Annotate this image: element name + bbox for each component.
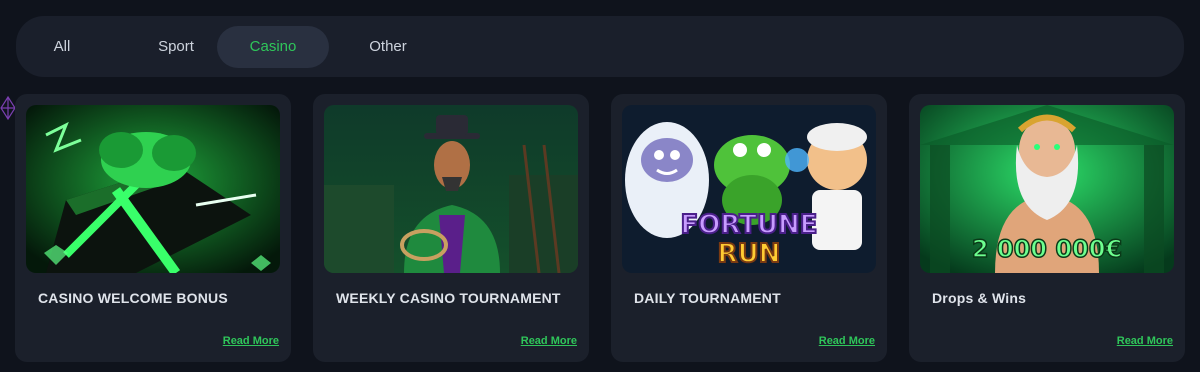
- promo-card-casino-welcome-bonus[interactable]: CASINO WELCOME BONUS Read More: [15, 94, 291, 362]
- cowboy-image: [324, 105, 578, 273]
- tab-other[interactable]: Other: [356, 26, 420, 68]
- zeus-image: 2 000 000€: [920, 105, 1174, 273]
- read-more-link[interactable]: Read More: [1117, 335, 1173, 347]
- card-title: Drops & Wins: [932, 290, 1027, 306]
- tab-all[interactable]: All: [44, 26, 80, 68]
- read-more-link[interactable]: Read More: [223, 335, 279, 347]
- tab-casino[interactable]: Casino: [217, 26, 329, 68]
- promo-card-weekly-casino-tournament[interactable]: WEEKLY CASINO TOURNAMENT Read More: [313, 94, 589, 362]
- read-more-link[interactable]: Read More: [521, 335, 577, 347]
- card-title: CASINO WELCOME BONUS: [38, 290, 228, 306]
- prize-amount-text: 2 000 000€: [972, 235, 1122, 263]
- card-title: DAILY TOURNAMENT: [634, 290, 781, 306]
- promo-card-drops-and-wins[interactable]: 2 000 000€ Drops & Wins Read More: [909, 94, 1185, 362]
- fortune-text: FORTUNE: [680, 210, 817, 240]
- card-title: WEEKLY CASINO TOURNAMENT: [336, 290, 561, 306]
- tab-sport[interactable]: Sport: [134, 26, 218, 68]
- promo-card-daily-tournament[interactable]: FORTUNE RUN DAILY TOURNAMENT Read More: [611, 94, 887, 362]
- diamond-icon: [0, 96, 16, 120]
- fortune-run-image: FORTUNE RUN: [622, 105, 876, 273]
- run-text: RUN: [718, 239, 781, 269]
- read-more-link[interactable]: Read More: [819, 335, 875, 347]
- gift-box-image: [26, 105, 280, 273]
- category-tab-bar: All Sport Casino Other: [16, 16, 1184, 77]
